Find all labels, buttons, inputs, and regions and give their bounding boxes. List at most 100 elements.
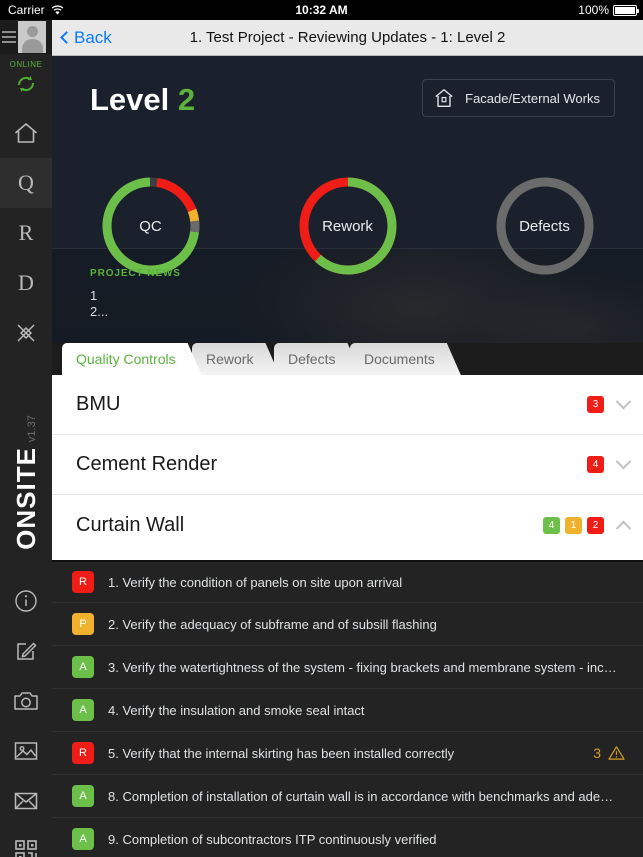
- issue-indicator[interactable]: 3: [593, 745, 625, 761]
- brand-block: ONSITE v1.37: [0, 392, 52, 572]
- group-name: Curtain Wall: [76, 513, 185, 536]
- sidebar-item-quality[interactable]: Q: [0, 158, 52, 208]
- status-badge: R: [72, 571, 94, 593]
- group-row-cement-render[interactable]: Cement Render 4: [52, 435, 643, 495]
- sidebar-item-rework[interactable]: R: [0, 208, 52, 258]
- tab-documents[interactable]: Documents: [350, 343, 461, 375]
- tab-label: Rework: [206, 351, 254, 367]
- camera-icon: [14, 692, 38, 710]
- status-badge: R: [72, 742, 94, 764]
- donut-rework[interactable]: Rework: [249, 174, 446, 278]
- tab-label: Quality Controls: [76, 351, 176, 367]
- page-title: 1. Test Project - Reviewing Updates - 1:…: [189, 29, 506, 46]
- level-heading: Level 2: [90, 82, 195, 118]
- photo-icon: [14, 742, 38, 760]
- status-badge: 3: [587, 396, 604, 413]
- status-badge: A: [72, 785, 94, 807]
- donut-rework-label: Rework: [322, 217, 373, 235]
- sidebar-item-home[interactable]: [0, 108, 52, 158]
- sidebar-item-mail[interactable]: [0, 776, 52, 826]
- tab-quality-controls[interactable]: Quality Controls: [62, 343, 202, 375]
- app-root: Carrier 10:32 AM 100% ONLINE Q R D ONSIT…: [0, 0, 643, 857]
- online-label: ONLINE: [9, 60, 43, 69]
- list-item[interactable]: R 1. Verify the condition of panels on s…: [52, 560, 643, 603]
- zone-selector-button[interactable]: Facade/External Works: [422, 79, 615, 117]
- sidebar: ONLINE Q R D ONSITE v1.37: [0, 20, 52, 857]
- tab-defects[interactable]: Defects: [274, 343, 361, 375]
- sidebar-item-edit[interactable]: [0, 626, 52, 676]
- list-item[interactable]: A 8. Completion of installation of curta…: [52, 775, 643, 818]
- group-row-curtain-wall[interactable]: Curtain Wall 4 1 2: [52, 495, 643, 555]
- tab-label: Defects: [288, 351, 336, 367]
- group-badges: 4: [587, 456, 604, 473]
- sidebar-item-tools[interactable]: [0, 308, 52, 358]
- tab-label: Documents: [364, 351, 435, 367]
- status-badge: 2: [587, 516, 604, 534]
- list-item[interactable]: A 9. Completion of subcontractors ITP co…: [52, 818, 643, 857]
- rework-r-icon: R: [18, 220, 34, 245]
- home-icon: [15, 123, 37, 143]
- level-prefix: Level: [90, 82, 170, 117]
- checklist-item-text: 2. Verify the adequacy of subframe and o…: [108, 616, 437, 632]
- donut-defects-label: Defects: [519, 217, 570, 235]
- quality-q-icon: Q: [18, 170, 34, 195]
- project-news-line-2: 2...: [90, 304, 109, 319]
- info-icon: [15, 590, 37, 612]
- menu-icon[interactable]: [2, 31, 16, 43]
- donut-qc[interactable]: QC: [52, 174, 249, 278]
- project-news-heading: PROJECT NEWS: [90, 268, 181, 279]
- status-badge: 4: [587, 456, 604, 473]
- checklist-item-text: 4. Verify the insulation and smoke seal …: [108, 702, 365, 718]
- level-number: 2: [177, 82, 196, 117]
- list-item[interactable]: A 4. Verify the insulation and smoke sea…: [52, 689, 643, 732]
- tab-bar: Quality Controls Rework Defects Document…: [52, 343, 643, 375]
- edit-icon: [17, 642, 37, 660]
- checklist-item-text: 1. Verify the condition of panels on sit…: [108, 574, 403, 590]
- chevron-up-icon[interactable]: [615, 520, 632, 536]
- list-item[interactable]: R 5. Verify that the internal skirting h…: [52, 732, 643, 775]
- hero-section: Level 2 Facade/External Works QC Rework …: [52, 56, 643, 343]
- zone-label: Facade/External Works: [465, 90, 600, 106]
- donut-defects[interactable]: Defects: [446, 174, 643, 278]
- status-bar-right: 100%: [578, 3, 639, 17]
- checklist-item-text: 9. Completion of subcontractors ITP cont…: [108, 831, 437, 847]
- status-badge: 4: [543, 516, 560, 534]
- mail-icon: [14, 792, 38, 810]
- status-badge: A: [72, 656, 94, 678]
- checklist-item-text: 8. Completion of installation of curtain…: [108, 788, 625, 804]
- defects-d-icon: D: [18, 270, 34, 295]
- group-row-bmu[interactable]: BMU 3: [52, 375, 643, 435]
- tab-rework[interactable]: Rework: [192, 343, 279, 375]
- donut-qc-label: QC: [139, 217, 162, 235]
- clock: 10:32 AM: [295, 3, 348, 17]
- group-name: Cement Render: [76, 453, 218, 475]
- navigation-bar: 1. Test Project - Reviewing Updates - 1:…: [52, 20, 643, 56]
- list-item[interactable]: P 2. Verify the adequacy of subframe and…: [52, 603, 643, 646]
- checklist-item-text: 5. Verify that the internal skirting has…: [108, 745, 455, 761]
- sidebar-item-qr[interactable]: [0, 826, 52, 857]
- sidebar-item-info[interactable]: [0, 576, 52, 626]
- chevron-down-icon[interactable]: [615, 453, 632, 470]
- sidebar-item-photos[interactable]: [0, 726, 52, 776]
- project-news-line-1: 1: [90, 288, 98, 303]
- list-item[interactable]: A 3. Verify the watertightness of the sy…: [52, 646, 643, 689]
- warning-icon: [608, 746, 625, 760]
- chevron-down-icon[interactable]: [615, 393, 632, 410]
- house-icon: [435, 89, 453, 107]
- sidebar-item-defects[interactable]: D: [0, 258, 52, 308]
- sidebar-item-camera[interactable]: [0, 676, 52, 726]
- group-name: BMU: [76, 393, 121, 415]
- status-badge: P: [72, 613, 94, 635]
- brand-name: ONSITE: [10, 446, 41, 550]
- status-bar: Carrier 10:32 AM 100%: [0, 0, 643, 20]
- online-status: ONLINE: [0, 60, 52, 100]
- group-list: BMU 3 Cement Render 4 Curtain Wall 4 1 2: [52, 375, 643, 560]
- sidebar-header: [0, 20, 52, 54]
- project-news[interactable]: PROJECT NEWS 1 2...: [90, 268, 181, 320]
- qr-code-icon: [15, 840, 37, 857]
- avatar[interactable]: [18, 21, 46, 53]
- kpi-donuts: QC Rework Defects: [52, 174, 643, 278]
- sync-icon[interactable]: [0, 73, 52, 100]
- checklist: R 1. Verify the condition of panels on s…: [52, 560, 643, 857]
- issue-count: 3: [593, 745, 601, 761]
